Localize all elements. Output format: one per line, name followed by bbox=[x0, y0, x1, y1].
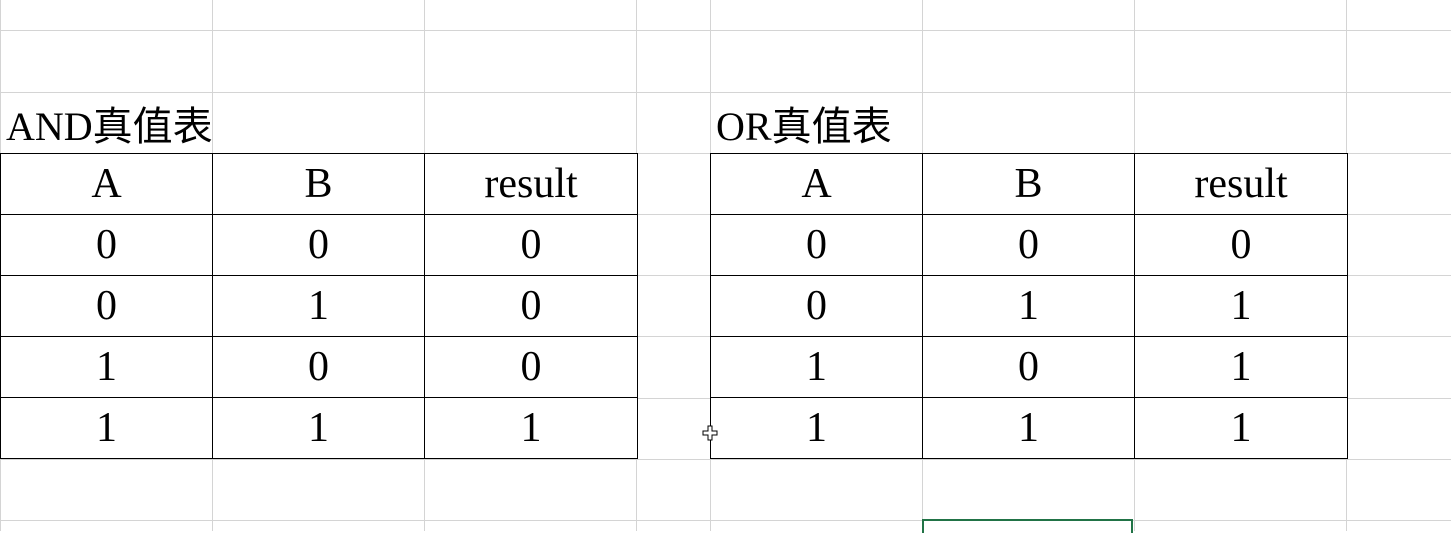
header-cell-a[interactable]: A bbox=[710, 153, 923, 215]
table-row: 1 0 0 bbox=[0, 336, 638, 398]
table-cell[interactable]: 1 bbox=[1134, 275, 1348, 337]
header-cell-result[interactable]: result bbox=[424, 153, 638, 215]
table-cell[interactable]: 0 bbox=[212, 336, 425, 398]
table-header-row: A B result bbox=[0, 153, 638, 215]
table-cell[interactable]: 1 bbox=[0, 397, 213, 459]
table-cell[interactable]: 0 bbox=[710, 214, 923, 276]
table-cell[interactable]: 1 bbox=[212, 275, 425, 337]
table-cell[interactable]: 1 bbox=[212, 397, 425, 459]
table-cell[interactable]: 0 bbox=[212, 214, 425, 276]
or-table-title[interactable]: OR真值表 bbox=[716, 102, 892, 152]
table-cell[interactable]: 1 bbox=[710, 336, 923, 398]
table-row: 1 1 1 bbox=[710, 397, 1348, 459]
table-cell[interactable]: 0 bbox=[922, 214, 1135, 276]
table-row: 1 1 1 bbox=[0, 397, 638, 459]
table-cell[interactable]: 0 bbox=[1134, 214, 1348, 276]
table-row: 1 0 1 bbox=[710, 336, 1348, 398]
table-header-row: A B result bbox=[710, 153, 1348, 215]
table-cell[interactable]: 0 bbox=[424, 214, 638, 276]
table-cell[interactable]: 1 bbox=[922, 397, 1135, 459]
or-truth-table: A B result 0 0 0 0 1 1 1 0 1 1 1 1 bbox=[710, 153, 1348, 459]
header-cell-result[interactable]: result bbox=[1134, 153, 1348, 215]
table-cell[interactable]: 1 bbox=[922, 275, 1135, 337]
table-cell[interactable]: 0 bbox=[424, 275, 638, 337]
table-cell[interactable]: 1 bbox=[1134, 336, 1348, 398]
table-cell[interactable]: 1 bbox=[424, 397, 638, 459]
and-truth-table: A B result 0 0 0 0 1 0 1 0 0 1 1 1 bbox=[0, 153, 638, 459]
table-cell[interactable]: 0 bbox=[0, 275, 213, 337]
table-cell[interactable]: 0 bbox=[424, 336, 638, 398]
table-row: 0 0 0 bbox=[710, 214, 1348, 276]
table-row: 0 1 0 bbox=[0, 275, 638, 337]
table-cell[interactable]: 0 bbox=[0, 214, 213, 276]
table-cell[interactable]: 1 bbox=[710, 397, 923, 459]
table-cell[interactable]: 1 bbox=[1134, 397, 1348, 459]
header-cell-b[interactable]: B bbox=[212, 153, 425, 215]
table-row: 0 0 0 bbox=[0, 214, 638, 276]
table-row: 0 1 1 bbox=[710, 275, 1348, 337]
header-cell-a[interactable]: A bbox=[0, 153, 213, 215]
and-table-title[interactable]: AND真值表 bbox=[6, 102, 213, 152]
table-cell[interactable]: 0 bbox=[710, 275, 923, 337]
table-cell[interactable]: 1 bbox=[0, 336, 213, 398]
table-cell[interactable]: 0 bbox=[922, 336, 1135, 398]
cross-cursor-icon bbox=[702, 425, 718, 441]
header-cell-b[interactable]: B bbox=[922, 153, 1135, 215]
